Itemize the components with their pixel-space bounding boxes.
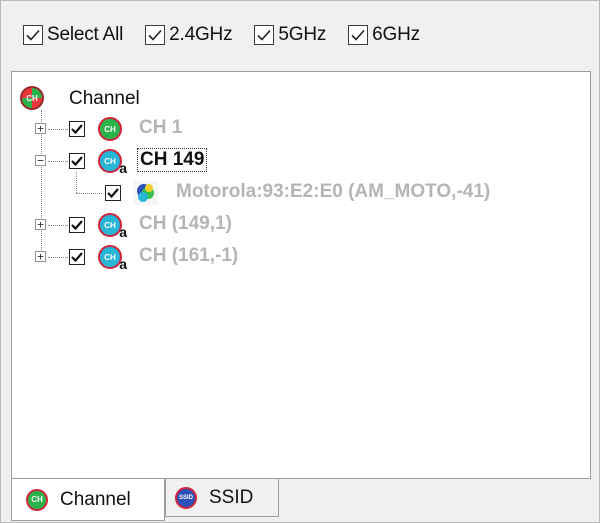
tab-icon-text: CH bbox=[31, 495, 43, 504]
band-24ghz-label: 2.4GHz bbox=[169, 24, 233, 45]
channel-icon-text: CH bbox=[26, 93, 38, 103]
band-a-badge: a bbox=[119, 160, 127, 176]
band-filter-bar: Select All 2.4GHz 5GHz 6GHz bbox=[1, 1, 599, 69]
tree-node-client[interactable]: Motorola:93:E2:E0 (AM_MOTO,-41) bbox=[176, 181, 490, 203]
tree-checkbox-ch1[interactable] bbox=[69, 121, 85, 137]
select-all-label: Select All bbox=[47, 24, 124, 45]
channel-2g-icon: CH bbox=[98, 117, 122, 141]
band-5ghz-checkbox[interactable]: 5GHz bbox=[254, 24, 326, 46]
tree-connector bbox=[48, 129, 68, 130]
tree-connector bbox=[76, 172, 77, 193]
tree-checkbox-motorola[interactable] bbox=[105, 185, 121, 201]
tab-ssid-label: SSID bbox=[209, 486, 254, 508]
ssid-icon: SSID bbox=[175, 486, 197, 509]
channel-icon-text: CH bbox=[104, 220, 116, 230]
tree-connector bbox=[48, 225, 68, 226]
band-a-badge: a bbox=[119, 224, 127, 240]
tab-channel[interactable]: CH Channel bbox=[11, 479, 165, 521]
expand-toggle-icon[interactable]: + bbox=[35, 251, 46, 262]
channel-icon: CH bbox=[20, 86, 44, 110]
collapse-toggle-icon[interactable]: − bbox=[35, 155, 46, 166]
checkbox-box[interactable] bbox=[145, 25, 166, 45]
check-icon bbox=[71, 220, 83, 231]
tree-checkbox-ch161[interactable] bbox=[69, 249, 85, 265]
tree-node-ch161[interactable]: CH (161,-1) bbox=[139, 245, 238, 267]
tree-connector bbox=[48, 161, 68, 162]
band-6ghz-label: 6GHz bbox=[372, 24, 420, 45]
channel-icon-text: CH bbox=[104, 252, 116, 262]
channel-icon-text: CH bbox=[104, 124, 116, 134]
tree-node-ch149-1[interactable]: CH (149,1) bbox=[139, 213, 232, 235]
band-a-badge: a bbox=[119, 256, 127, 272]
check-icon bbox=[257, 29, 271, 41]
check-icon bbox=[351, 29, 365, 41]
select-all-checkbox[interactable]: Select All bbox=[23, 24, 123, 46]
channel-5g-icon: CH a bbox=[98, 245, 127, 272]
expand-toggle-icon[interactable]: + bbox=[35, 219, 46, 230]
tab-ssid[interactable]: SSID SSID bbox=[165, 479, 279, 517]
band-5ghz-label: 5GHz bbox=[278, 24, 327, 45]
tree-node-ch1[interactable]: CH 1 bbox=[139, 117, 182, 139]
tree-connector bbox=[48, 257, 68, 258]
tree-node-ch149[interactable]: CH 149 bbox=[137, 148, 208, 172]
check-icon bbox=[107, 188, 119, 199]
tree-checkbox-ch149[interactable] bbox=[69, 153, 85, 169]
band-24ghz-checkbox[interactable]: 2.4GHz bbox=[145, 24, 233, 46]
tab-channel-label: Channel bbox=[60, 488, 131, 510]
expand-toggle-icon[interactable]: + bbox=[35, 123, 46, 134]
check-icon bbox=[71, 124, 83, 135]
checkbox-box[interactable] bbox=[348, 25, 369, 45]
band-6ghz-checkbox[interactable]: 6GHz bbox=[348, 24, 420, 46]
channel-tree-view[interactable]: CH Channel + CH CH 1 − CH a CH 149 Motor… bbox=[11, 71, 591, 479]
channel-icon-text: CH bbox=[104, 156, 116, 166]
checkbox-box[interactable] bbox=[23, 25, 43, 45]
tree-connector bbox=[76, 193, 102, 194]
tab-icon-text: SSID bbox=[178, 494, 193, 501]
checkbox-box[interactable] bbox=[254, 25, 275, 45]
check-icon bbox=[148, 29, 162, 41]
view-tab-bar: CH Channel SSID SSID bbox=[11, 479, 591, 523]
tree-checkbox-ch149-1[interactable] bbox=[69, 217, 85, 233]
tree-root-label[interactable]: Channel bbox=[69, 88, 140, 110]
channel-icon: CH bbox=[26, 488, 48, 511]
check-icon bbox=[71, 156, 83, 167]
check-icon bbox=[26, 29, 40, 41]
check-icon bbox=[71, 252, 83, 263]
channel-5g-icon: CH a bbox=[98, 213, 127, 240]
client-device-icon bbox=[134, 181, 158, 205]
channel-5g-icon: CH a bbox=[98, 149, 127, 176]
